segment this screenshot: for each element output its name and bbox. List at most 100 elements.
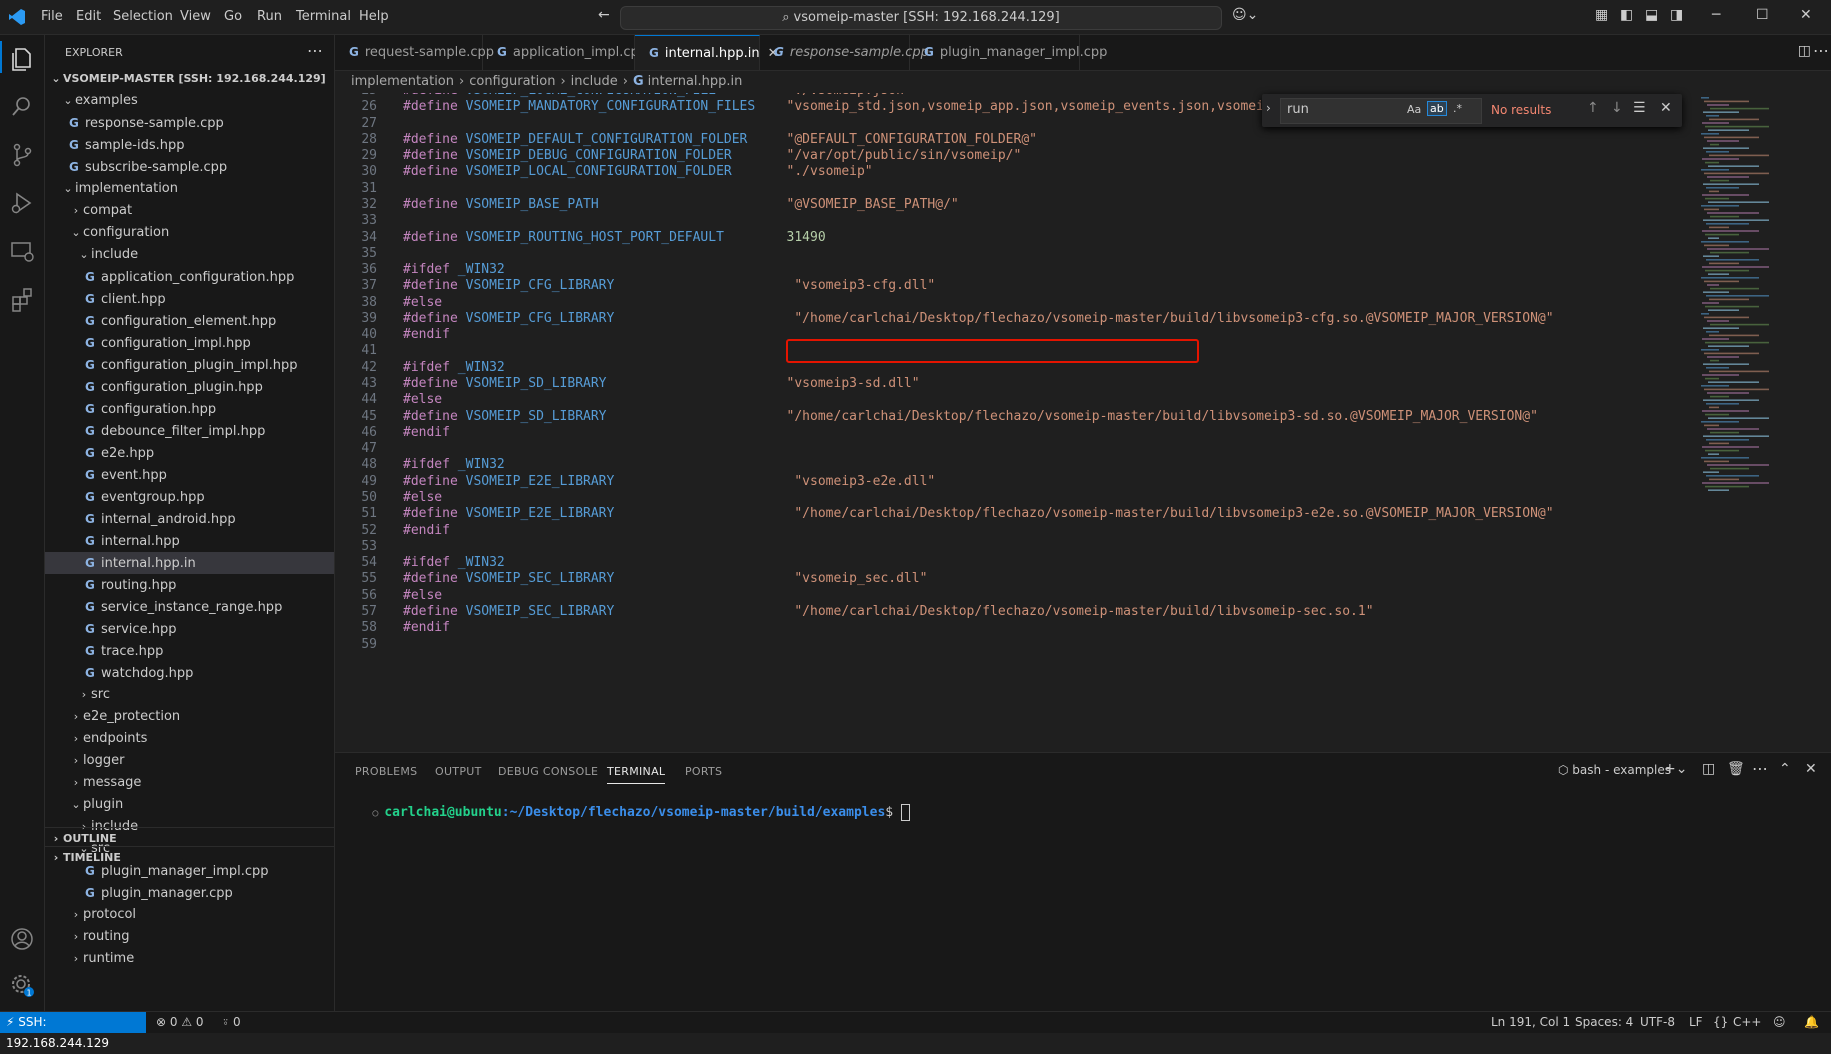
editor-tab[interactable]: Gresponse-sample.cpp (760, 35, 929, 70)
file-item[interactable]: Geventgroup.hpp (45, 486, 334, 508)
file-item[interactable]: Gconfiguration_element.hpp (45, 310, 334, 332)
file-item[interactable]: Gconfiguration_impl.hpp (45, 332, 334, 354)
file-item[interactable]: Gwatchdog.hpp (45, 662, 334, 684)
folder-item[interactable]: ⌄ configuration (45, 222, 334, 244)
notifications-bell-icon[interactable]: 🔔 (1804, 1012, 1819, 1033)
terminal-line[interactable]: ○ carlchai@ubuntu:~/Desktop/flechazo/vso… (341, 789, 910, 836)
menu-edit[interactable]: Edit (76, 9, 101, 24)
close-panel-icon[interactable]: ✕ (1805, 761, 1817, 777)
file-item[interactable]: Gplugin_manager.cpp (45, 882, 334, 904)
file-item[interactable]: Gconfiguration_plugin.hpp (45, 376, 334, 398)
find-in-selection-icon[interactable]: ☰ (1633, 100, 1646, 116)
editor-more-actions-icon[interactable]: ⋯ (1813, 41, 1829, 60)
file-item[interactable]: Gservice.hpp (45, 618, 334, 640)
layout-customize-icon[interactable]: ▦ (1595, 7, 1608, 23)
folder-item[interactable]: › message (45, 772, 334, 794)
copilot-status-icon[interactable]: ☺ (1773, 1012, 1786, 1033)
back-arrow-icon[interactable]: ← (598, 7, 610, 23)
panel-tab-output[interactable]: OUTPUT (435, 765, 482, 778)
previous-match-arrow-icon[interactable]: ↑ (1587, 100, 1599, 116)
find-input[interactable]: run Aa ab .* (1280, 98, 1482, 124)
terminal-instance[interactable]: ⬡ bash - examples (1558, 763, 1671, 777)
menu-view[interactable]: View (180, 9, 211, 24)
search-sidebar-icon[interactable] (8, 93, 36, 121)
panel-more-icon[interactable]: ⋯ (1752, 759, 1768, 778)
file-item[interactable]: Gsubscribe-sample.cpp (45, 156, 334, 178)
manage-gear-icon[interactable]: 1 (8, 971, 36, 999)
file-item[interactable]: Gapplication_configuration.hpp (45, 266, 334, 288)
run-debug-icon[interactable] (8, 189, 36, 217)
minimap[interactable] (1695, 93, 1815, 748)
folder-item[interactable]: ⌄ plugin (45, 794, 334, 816)
close-find-icon[interactable]: ✕ (1660, 100, 1672, 116)
file-item[interactable]: Gconfiguration.hpp (45, 398, 334, 420)
menu-file[interactable]: File (41, 9, 63, 24)
encoding[interactable]: UTF-8 (1640, 1012, 1675, 1033)
close-window-icon[interactable]: ✕ (1800, 7, 1812, 23)
file-item[interactable]: Ginternal.hpp.in (45, 552, 334, 574)
folder-item[interactable]: › src (45, 684, 334, 706)
editor-tab[interactable]: Gapplication_impl.cpp (483, 35, 647, 70)
command-center-search[interactable]: ⌕ vsomeip-master [SSH: 192.168.244.129] (620, 6, 1222, 30)
split-editor-icon[interactable]: ◫ (1798, 43, 1811, 59)
workspace-root[interactable]: ⌄ VSOMEIP-MASTER [SSH: 192.168.244.129] (45, 68, 334, 90)
toggle-sidebar-icon[interactable]: ◧ (1620, 7, 1633, 23)
toggle-replace-chevron-icon[interactable]: › (1266, 101, 1271, 115)
breadcrumb-item[interactable]: implementation (351, 74, 454, 89)
kill-terminal-trash-icon[interactable]: 🗑 (1727, 761, 1745, 777)
language-mode[interactable]: C++ (1733, 1012, 1762, 1033)
folder-item[interactable]: ⌄ include (45, 244, 334, 266)
menu-help[interactable]: Help (359, 9, 389, 24)
file-item[interactable]: Ginternal.hpp (45, 530, 334, 552)
regex-toggle[interactable]: .* (1453, 102, 1462, 115)
panel-tab-problems[interactable]: PROBLEMS (355, 765, 417, 778)
copilot-icon[interactable]: ☺⌄ (1232, 7, 1258, 23)
menu-go[interactable]: Go (224, 9, 242, 24)
minimize-icon[interactable]: ─ (1712, 7, 1720, 23)
problems-status[interactable]: ⊗ 0 ⚠ 0 (156, 1012, 204, 1033)
editor-tab[interactable]: Grequest-sample.cpp (335, 35, 494, 70)
line-ending[interactable]: LF (1689, 1012, 1703, 1033)
file-item[interactable]: Grouting.hpp (45, 574, 334, 596)
maximize-icon[interactable]: ☐ (1756, 7, 1769, 23)
file-item[interactable]: Ginternal_android.hpp (45, 508, 334, 530)
remote-explorer-icon[interactable] (8, 237, 36, 265)
file-item[interactable]: Gclient.hpp (45, 288, 334, 310)
breadcrumb-item[interactable]: configuration (469, 74, 555, 89)
toggle-panel-icon[interactable]: ⬓ (1645, 7, 1658, 23)
new-terminal-plus-icon[interactable]: +⌄ (1664, 761, 1687, 777)
ports-status[interactable]: ⍤ 0 (222, 1012, 241, 1033)
menu-run[interactable]: Run (257, 9, 282, 24)
folder-item[interactable]: › endpoints (45, 728, 334, 750)
toggle-secondary-sidebar-icon[interactable]: ◨ (1670, 7, 1683, 23)
editor-tab[interactable]: Ginternal.hpp.in ✕ (635, 35, 779, 70)
explorer-icon[interactable] (8, 45, 36, 73)
menu-terminal[interactable]: Terminal (296, 9, 351, 24)
indentation[interactable]: Spaces: 4 (1575, 1012, 1633, 1033)
extensions-icon[interactable] (8, 285, 36, 313)
menu-selection[interactable]: Selection (113, 9, 173, 24)
breadcrumb-item[interactable]: internal.hpp.in (648, 74, 743, 89)
folder-item[interactable]: ⌄ implementation (45, 178, 334, 200)
folder-item[interactable]: › runtime (45, 948, 334, 970)
accounts-icon[interactable] (8, 925, 36, 953)
source-control-icon[interactable] (8, 141, 36, 169)
cursor-position[interactable]: Ln 191, Col 1 (1491, 1012, 1570, 1033)
file-item[interactable]: Gsample-ids.hpp (45, 134, 334, 156)
breadcrumb-item[interactable]: include (571, 74, 618, 89)
next-match-arrow-icon[interactable]: ↓ (1611, 100, 1623, 116)
folder-item[interactable]: › protocol (45, 904, 334, 926)
file-item[interactable]: Gresponse-sample.cpp (45, 112, 334, 134)
folder-item[interactable]: › e2e_protection (45, 706, 334, 728)
file-item[interactable]: Gevent.hpp (45, 464, 334, 486)
language-braces-icon[interactable]: {} (1713, 1012, 1728, 1033)
code-editor[interactable]: 25#define VSOMEIP_LOCAL_CONFIGURATION_FI… (335, 93, 1695, 748)
file-item[interactable]: Gdebounce_filter_impl.hpp (45, 420, 334, 442)
folder-item[interactable]: ⌄ examples (45, 90, 334, 112)
panel-tab-terminal[interactable]: TERMINAL (607, 765, 666, 784)
maximize-panel-chevron-icon[interactable]: ⌃ (1779, 761, 1791, 777)
folder-item[interactable]: › compat (45, 200, 334, 222)
folder-item[interactable]: › logger (45, 750, 334, 772)
file-item[interactable]: Gservice_instance_range.hpp (45, 596, 334, 618)
more-actions-icon[interactable]: ⋯ (307, 41, 323, 60)
